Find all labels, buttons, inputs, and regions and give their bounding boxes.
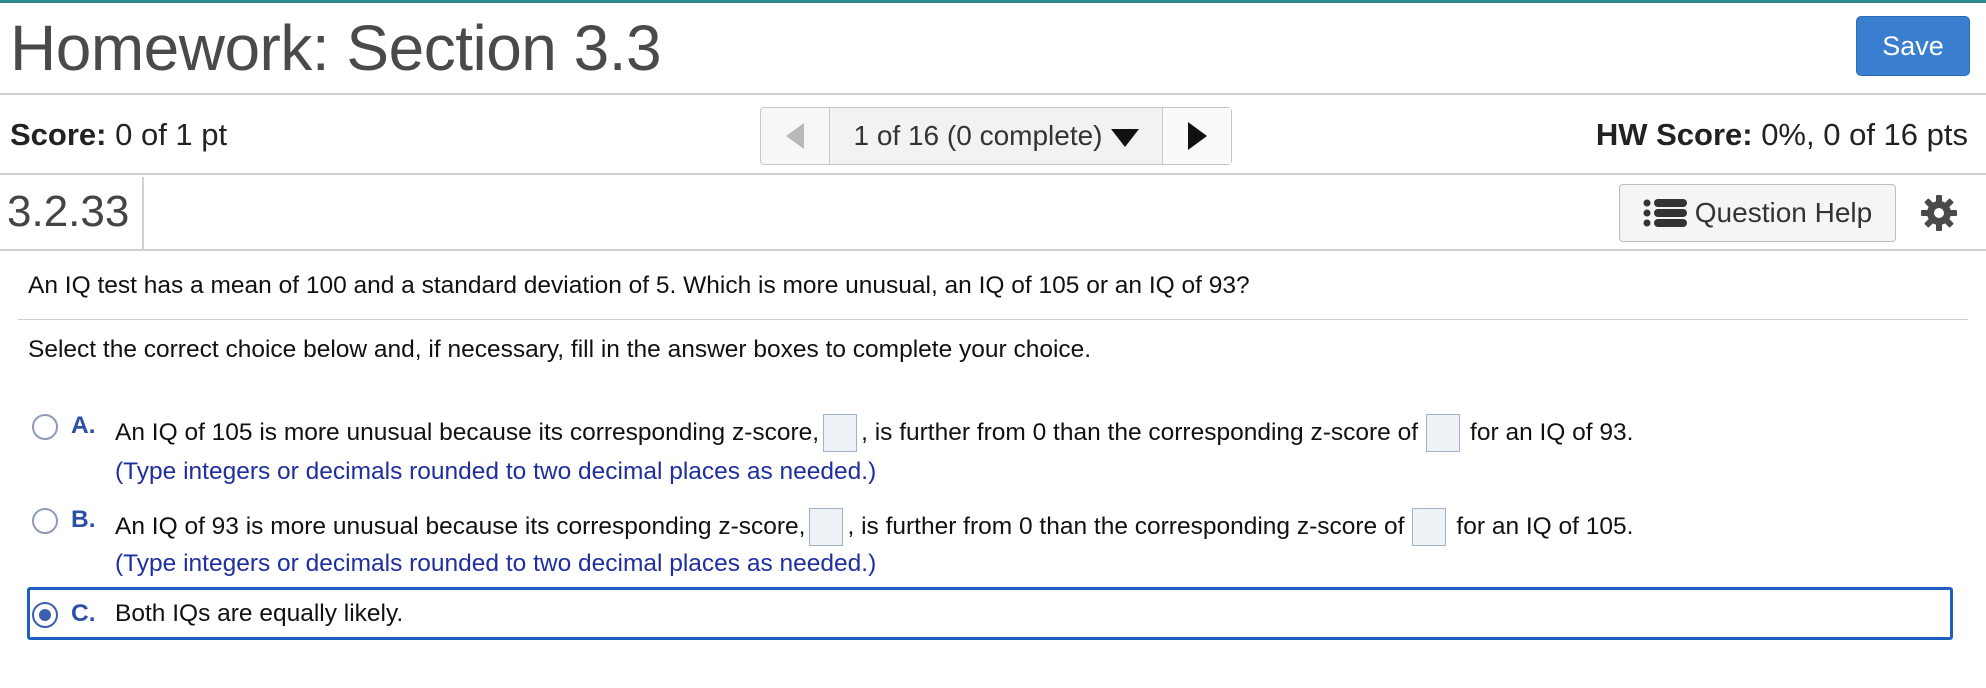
save-button[interactable]: Save bbox=[1856, 16, 1970, 76]
question-number-divider bbox=[142, 177, 144, 249]
content-divider bbox=[18, 319, 1968, 320]
choice-b-text-part1: An IQ of 93 is more unusual because its … bbox=[115, 513, 806, 540]
choice-c-text: Both IQs are equally likely. bbox=[115, 600, 404, 627]
choice-a-zscore-input-1[interactable] bbox=[823, 414, 858, 452]
choice-a-radio[interactable] bbox=[32, 414, 58, 440]
question-score: Score: 0 of 1 pt bbox=[10, 117, 227, 153]
triangle-left-icon bbox=[786, 123, 804, 149]
choice-c-radio[interactable] bbox=[32, 602, 58, 628]
choice-b-letter: B. bbox=[71, 506, 96, 533]
choice-a-letter: A. bbox=[71, 412, 96, 439]
choice-a-text-part3: for an IQ of 93. bbox=[1470, 419, 1634, 446]
question-help-button[interactable]: Question Help bbox=[1619, 184, 1896, 242]
score-value: 0 of 1 pt bbox=[106, 117, 228, 152]
question-pager: 1 of 16 (0 complete) bbox=[760, 107, 1232, 165]
choice-b-zscore-input-2[interactable] bbox=[1412, 508, 1447, 546]
triangle-right-icon bbox=[1187, 122, 1207, 150]
choice-a-text: An IQ of 105 is more unusual because its… bbox=[115, 414, 1633, 452]
page-title: Homework: Section 3.3 bbox=[10, 12, 662, 84]
choice-b-text: An IQ of 93 is more unusual because its … bbox=[115, 508, 1633, 546]
choice-b-zscore-input-1[interactable] bbox=[809, 508, 844, 546]
choice-b-text-part2: , is further from 0 than the correspondi… bbox=[847, 513, 1405, 540]
choice-c-letter: C. bbox=[71, 600, 96, 627]
question-help-label: Question Help bbox=[1694, 197, 1873, 228]
choice-b-radio[interactable] bbox=[32, 508, 58, 534]
hw-score-label: HW Score: bbox=[1595, 117, 1753, 152]
homework-score: HW Score: 0%, 0 of 16 pts bbox=[1596, 117, 1968, 153]
pager-text: 1 of 16 (0 complete) bbox=[853, 120, 1103, 151]
score-label: Score: bbox=[10, 117, 107, 152]
choice-a-hint: (Type integers or decimals rounded to tw… bbox=[115, 458, 877, 485]
next-question-button[interactable] bbox=[1163, 108, 1231, 164]
page-header: Homework: Section 3.3 Save bbox=[0, 3, 1986, 95]
triangle-down-icon bbox=[1110, 128, 1139, 147]
instruction-text: Select the correct choice below and, if … bbox=[28, 336, 1092, 363]
choice-a-text-part1: An IQ of 105 is more unusual because its… bbox=[115, 419, 820, 446]
question-select-dropdown[interactable]: 1 of 16 (0 complete) bbox=[830, 108, 1163, 164]
previous-question-button[interactable] bbox=[761, 108, 830, 164]
choice-a-text-part2: , is further from 0 than the correspondi… bbox=[861, 419, 1419, 446]
hw-score-value: 0%, 0 of 16 pts bbox=[1752, 117, 1968, 152]
question-bar: 3.2.33 Question Help bbox=[0, 177, 1986, 251]
gear-icon[interactable] bbox=[1919, 193, 1959, 233]
choice-b-hint: (Type integers or decimals rounded to tw… bbox=[115, 550, 877, 577]
question-text: An IQ test has a mean of 100 and a stand… bbox=[28, 272, 1250, 299]
choice-b-text-part3: for an IQ of 105. bbox=[1456, 513, 1634, 540]
choice-a-zscore-input-2[interactable] bbox=[1426, 414, 1461, 452]
question-number: 3.2.33 bbox=[7, 187, 130, 236]
score-bar: Score: 0 of 1 pt 1 of 16 (0 complete) HW… bbox=[0, 97, 1986, 175]
list-icon bbox=[1643, 199, 1687, 227]
